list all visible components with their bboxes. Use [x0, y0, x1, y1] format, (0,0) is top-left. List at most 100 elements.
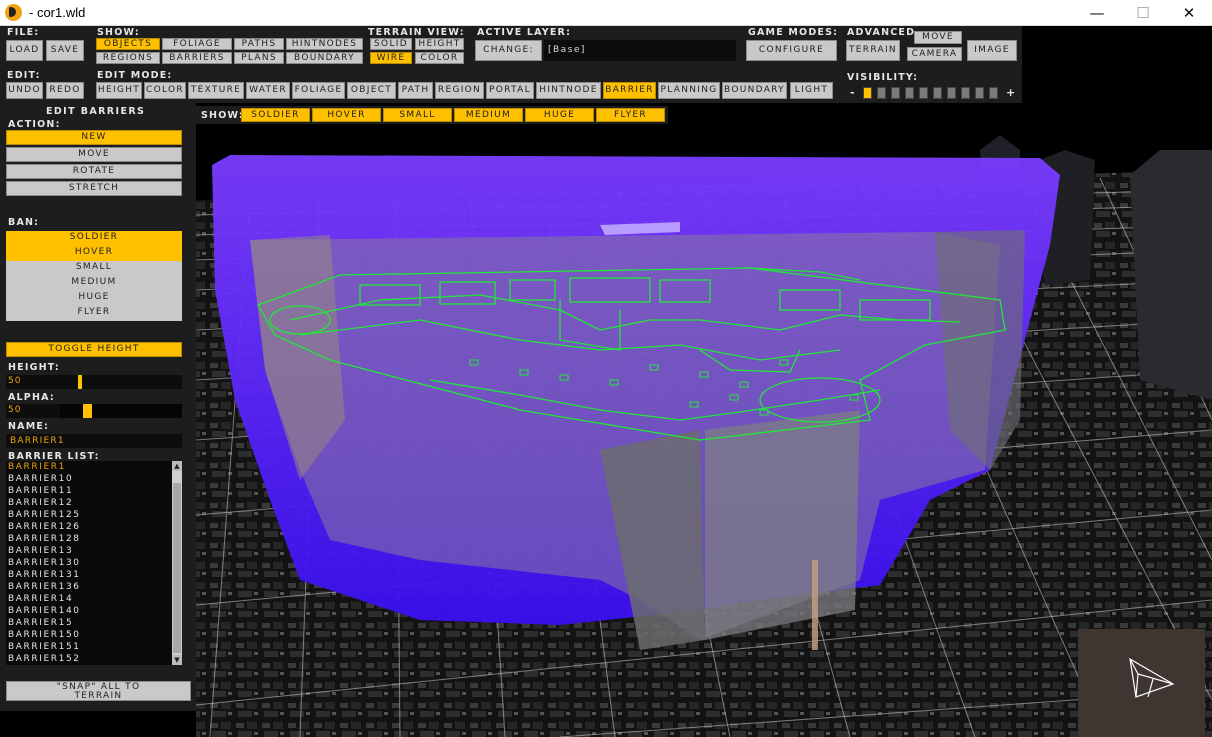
show-filter-huge[interactable]: Huge — [525, 108, 594, 122]
terrain-height-toggle[interactable]: Height — [415, 38, 464, 50]
show-barriers-toggle[interactable]: Barriers — [162, 52, 232, 64]
ban-huge-toggle[interactable]: Huge — [6, 291, 182, 306]
change-layer-button[interactable]: Change: — [475, 40, 542, 61]
action-new-button[interactable]: New — [6, 130, 182, 145]
list-item[interactable]: Barrier13 — [6, 545, 182, 557]
height-slider-knob[interactable] — [78, 375, 82, 389]
list-item[interactable]: Barrier152 — [6, 653, 182, 665]
show-filter-flyer[interactable]: Flyer — [596, 108, 665, 122]
scroll-up-icon[interactable]: ▲ — [172, 461, 182, 471]
load-button[interactable]: Load — [6, 40, 43, 61]
show-plans-toggle[interactable]: Plans — [234, 52, 284, 64]
edit-barriers-heading: Edit Barriers — [46, 106, 146, 117]
name-label: Name: — [8, 421, 50, 432]
mode-color-button[interactable]: Color — [144, 82, 186, 99]
show-objects-toggle[interactable]: Objects — [96, 38, 160, 50]
show-foliage-toggle[interactable]: Foliage — [162, 38, 232, 50]
navigation-gizmo[interactable] — [1078, 629, 1205, 737]
snap-all-to-terrain-button[interactable]: "Snap" All To Terrain — [6, 681, 191, 701]
ban-small-toggle[interactable]: Small — [6, 261, 182, 276]
list-item[interactable]: Barrier14 — [6, 593, 182, 605]
visibility-step[interactable] — [933, 87, 942, 99]
barrier-list[interactable]: Barrier1 Barrier10 Barrier11 Barrier12 B… — [6, 461, 182, 665]
visibility-step[interactable] — [975, 87, 984, 99]
list-item[interactable]: Barrier130 — [6, 557, 182, 569]
image-button[interactable]: Image — [967, 40, 1017, 61]
mode-hintnode-button[interactable]: HintNode — [536, 82, 601, 99]
list-item[interactable]: Barrier151 — [6, 641, 182, 653]
barrier-name-field[interactable]: Barrier1 — [6, 434, 182, 448]
active-layer-field[interactable]: [Base] — [544, 40, 736, 61]
list-item[interactable]: Barrier125 — [6, 509, 182, 521]
ban-medium-toggle[interactable]: Medium — [6, 276, 182, 291]
save-button[interactable]: Save — [46, 40, 84, 61]
visibility-step[interactable] — [877, 87, 886, 99]
show-boundary-toggle[interactable]: Boundary — [286, 52, 363, 64]
mode-region-button[interactable]: Region — [435, 82, 484, 99]
scroll-thumb[interactable] — [173, 483, 181, 653]
visibility-minus-button[interactable]: - — [850, 86, 856, 99]
action-rotate-button[interactable]: Rotate — [6, 164, 182, 179]
list-item[interactable]: Barrier11 — [6, 485, 182, 497]
visibility-step[interactable] — [863, 87, 872, 99]
ban-hover-toggle[interactable]: Hover — [6, 246, 182, 261]
undo-button[interactable]: Undo — [6, 82, 43, 99]
ban-flyer-toggle[interactable]: Flyer — [6, 306, 182, 321]
visibility-step[interactable] — [989, 87, 998, 99]
action-move-button[interactable]: Move — [6, 147, 182, 162]
mode-planning-button[interactable]: Planning — [658, 82, 720, 99]
mode-path-button[interactable]: Path — [398, 82, 433, 99]
show-hintnodes-toggle[interactable]: HintNodes — [286, 38, 363, 50]
list-item[interactable]: Barrier10 — [6, 473, 182, 485]
show-regions-toggle[interactable]: Regions — [96, 52, 160, 64]
terrain-solid-toggle[interactable]: Solid — [370, 38, 412, 50]
show-paths-toggle[interactable]: Paths — [234, 38, 284, 50]
mode-foliage-button[interactable]: Foliage — [292, 82, 345, 99]
list-item[interactable]: Barrier131 — [6, 569, 182, 581]
camera-button[interactable]: Camera — [907, 47, 962, 61]
close-button[interactable]: ✕ — [1166, 0, 1212, 26]
list-item[interactable]: Barrier140 — [6, 605, 182, 617]
height-slider[interactable]: 50 — [6, 375, 182, 389]
mode-barrier-button[interactable]: Barrier — [603, 82, 656, 99]
visibility-plus-button[interactable]: + — [1006, 86, 1016, 99]
move-button[interactable]: Move — [914, 31, 962, 44]
alpha-slider-knob[interactable] — [83, 404, 92, 418]
list-item[interactable]: Barrier15 — [6, 617, 182, 629]
list-item[interactable]: Barrier126 — [6, 521, 182, 533]
list-item[interactable]: Barrier12 — [6, 497, 182, 509]
mode-light-button[interactable]: Light — [790, 82, 833, 99]
terrain-button[interactable]: Terrain — [846, 40, 900, 61]
toggle-height-button[interactable]: Toggle Height — [6, 342, 182, 357]
mode-portal-button[interactable]: Portal — [486, 82, 534, 99]
list-item[interactable]: Barrier150 — [6, 629, 182, 641]
visibility-step[interactable] — [905, 87, 914, 99]
show-filter-soldier[interactable]: Soldier — [241, 108, 310, 122]
visibility-step[interactable] — [961, 87, 970, 99]
terrain-color-toggle[interactable]: Color — [415, 52, 464, 64]
mode-height-button[interactable]: Height — [96, 82, 142, 99]
barrier-list-scrollbar[interactable]: ▲ ▼ — [172, 461, 182, 665]
mode-texture-button[interactable]: Texture — [188, 82, 244, 99]
mode-object-button[interactable]: Object — [347, 82, 396, 99]
mode-water-button[interactable]: Water — [246, 82, 290, 99]
scroll-down-icon[interactable]: ▼ — [172, 655, 182, 665]
alpha-slider[interactable]: 50 — [6, 404, 182, 418]
minimize-button[interactable]: — — [1074, 0, 1120, 26]
visibility-step[interactable] — [891, 87, 900, 99]
show-filter-small[interactable]: Small — [383, 108, 452, 122]
ban-soldier-toggle[interactable]: Soldier — [6, 231, 182, 246]
visibility-step[interactable] — [947, 87, 956, 99]
configure-button[interactable]: Configure — [746, 40, 837, 61]
list-item[interactable]: Barrier136 — [6, 581, 182, 593]
show-filter-hover[interactable]: Hover — [312, 108, 381, 122]
list-item[interactable]: Barrier128 — [6, 533, 182, 545]
terrain-wire-toggle[interactable]: Wire — [370, 52, 412, 64]
action-stretch-button[interactable]: Stretch — [6, 181, 182, 196]
visibility-step[interactable] — [919, 87, 928, 99]
mode-boundary-button[interactable]: Boundary — [722, 82, 787, 99]
redo-button[interactable]: Redo — [46, 82, 84, 99]
show-filter-medium[interactable]: Medium — [454, 108, 523, 122]
maximize-button[interactable]: ☐ — [1120, 0, 1166, 26]
list-item[interactable]: Barrier1 — [6, 461, 182, 473]
